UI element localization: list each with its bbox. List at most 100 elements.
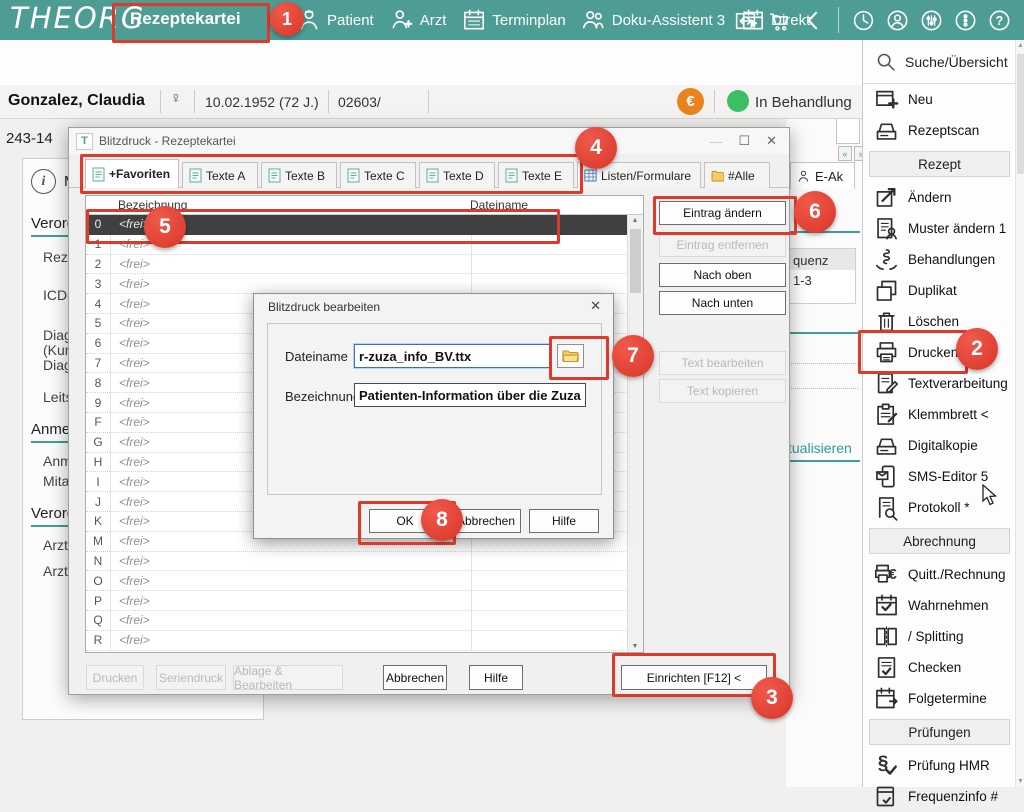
divider <box>788 363 858 364</box>
sidebar-item-5[interactable]: Behandlungen <box>863 244 1016 275</box>
status-dot-icon <box>727 90 749 112</box>
split-icon <box>873 623 900 650</box>
annotation-step-4: 4 <box>575 127 617 169</box>
divider <box>714 90 715 113</box>
table-row-O[interactable]: O<frei> <box>86 571 628 591</box>
tab-0[interactable]: +Favoriten <box>85 159 179 188</box>
scrollbar-thumb[interactable] <box>630 229 641 293</box>
page-icon <box>189 168 202 183</box>
page-icon <box>268 168 281 183</box>
sidebar-item-18[interactable]: Checken <box>863 652 1016 683</box>
window-plus-icon <box>873 86 900 113</box>
sidebar-section-20: Prüfungen <box>869 719 1010 745</box>
refresh-link[interactable]: tualisieren <box>788 440 852 456</box>
table-row-3[interactable]: 3<frei> <box>86 274 628 294</box>
sidebar-item-1[interactable]: Rezeptscan <box>863 115 1016 146</box>
printer-euro-icon: € <box>873 561 900 588</box>
printer-icon <box>873 339 900 366</box>
table-row-N[interactable]: N<frei> <box>86 552 628 572</box>
sidebar-item-9[interactable]: Textverarbeitung <box>863 368 1016 399</box>
bottom-button-4[interactable]: Hilfe <box>469 665 523 690</box>
sidebar-item-3[interactable]: Ändern <box>863 182 1016 213</box>
close-icon[interactable]: ✕ <box>590 298 601 314</box>
table-row-P[interactable]: P<frei> <box>86 591 628 611</box>
sidebar-scrollbar[interactable]: ▲ ▼ <box>1015 40 1024 787</box>
topbar-item-2[interactable]: Terminplan <box>461 7 565 33</box>
euro-badge-icon[interactable]: € <box>677 88 704 115</box>
sidebar-item-21[interactable]: §Prüfung HMR <box>863 750 1016 781</box>
side-button-0[interactable]: Eintrag ändern <box>659 201 786 225</box>
table-row-Q[interactable]: Q<frei> <box>86 611 628 631</box>
clock-icon[interactable] <box>851 8 876 33</box>
doku-assistent-icon <box>581 7 607 33</box>
arzt-icon <box>389 7 415 33</box>
side-button-3[interactable]: Nach unten <box>659 291 786 315</box>
topbar-item-3[interactable]: Doku-Assistent 3 <box>581 7 725 33</box>
tab-1[interactable]: Texte A <box>182 162 258 188</box>
sidebar-item-7[interactable]: Löschen <box>863 306 1016 337</box>
sidebar-item-4[interactable]: Muster ändern 1 <box>863 213 1016 244</box>
tab-2[interactable]: Texte B <box>261 162 337 188</box>
sidebar-item-17[interactable]: / Splitting <box>863 621 1016 652</box>
table-row-R[interactable]: R<frei> <box>86 631 628 651</box>
dialog-titlebar[interactable]: T Blitzdruck - Rezeptekartei — ☐ ✕ <box>69 128 789 154</box>
checklist-icon <box>873 654 900 681</box>
sidebar-item-19[interactable]: Folgetermine <box>863 683 1016 714</box>
scroll-down-icon[interactable]: ▼ <box>628 643 642 650</box>
column-dateiname[interactable]: Dateiname <box>470 198 528 212</box>
user-circle-icon[interactable] <box>885 8 910 33</box>
bezeichnung-input[interactable] <box>354 383 586 407</box>
sidebar-item-10[interactable]: Klemmbrett < <box>863 399 1016 430</box>
sidebar-item-suche[interactable]: Suche/Übersicht <box>863 40 1016 84</box>
annotation-step-3: 3 <box>751 677 793 719</box>
scroll-up-icon[interactable]: ▲ <box>628 217 642 224</box>
patient-name: Gonzalez, Claudia <box>8 92 145 110</box>
scroll-up-icon[interactable]: ▲ <box>1016 42 1024 49</box>
topbar-item-1[interactable]: Arzt <box>389 7 447 33</box>
calendar-swap-icon[interactable] <box>733 8 758 33</box>
minimize-icon[interactable]: — <box>709 134 722 149</box>
more-icon[interactable] <box>953 8 978 33</box>
tab-5[interactable]: Texte E <box>498 162 574 188</box>
table-row-2[interactable]: 2<frei> <box>86 255 628 275</box>
tab-7[interactable]: #Alle <box>704 162 770 188</box>
sidebar-item-15[interactable]: €Quitt./Rechnung <box>863 559 1016 590</box>
topbar-item-0[interactable]: Patient <box>296 7 374 33</box>
chevron-left-icon[interactable] <box>801 8 826 33</box>
bottom-button-3[interactable]: Abbrechen <box>383 665 447 690</box>
sidebar-item-16[interactable]: Wahrnehmen <box>863 590 1016 621</box>
sidebar-section-14: Abrechnung <box>869 528 1010 554</box>
sliders-icon[interactable] <box>919 8 944 33</box>
tab-e-akte[interactable]: E-Ak <box>790 162 855 189</box>
help-icon[interactable]: ? <box>987 8 1012 33</box>
cart-icon[interactable] <box>767 8 792 33</box>
record-tab[interactable]: 243-14 <box>6 130 53 147</box>
sidebar-item-11[interactable]: Digitalkopie <box>863 430 1016 461</box>
sidebar-section-2: Rezept <box>869 151 1010 177</box>
dateiname-input[interactable] <box>354 344 551 368</box>
sidebar-item-6[interactable]: Duplikat <box>863 275 1016 306</box>
calendar-next-icon <box>873 685 900 712</box>
maximize-icon[interactable]: ☐ <box>738 133 750 149</box>
table-scrollbar[interactable]: ▲ ▼ <box>627 215 643 652</box>
side-button-2[interactable]: Nach oben <box>659 263 786 287</box>
scroll-down-icon[interactable]: ▼ <box>1016 778 1024 785</box>
active-module-label[interactable]: Rezeptekartei <box>130 9 241 29</box>
close-icon[interactable]: ✕ <box>766 133 777 149</box>
chevron-left-icon[interactable]: « <box>838 146 852 161</box>
bottom-button-5[interactable]: Einrichten [F12] < <box>621 665 767 690</box>
dialog-tabs: +FavoritenTexte ATexte BTexte CTexte DTe… <box>85 159 770 188</box>
edit-dialog-button-2[interactable]: Hilfe <box>529 509 599 533</box>
theorg-logo: THEORG <box>10 1 145 35</box>
browse-folder-button[interactable] <box>557 344 584 368</box>
clipboard-icon <box>873 401 900 428</box>
svg-text:?: ? <box>996 14 1004 28</box>
scrollbar-thumb[interactable] <box>1017 54 1024 174</box>
tab-4[interactable]: Texte D <box>419 162 495 188</box>
page-icon <box>426 168 439 183</box>
sidebar-item-22[interactable]: Frequenzinfo # <box>863 781 1016 812</box>
tab-3[interactable]: Texte C <box>340 162 416 188</box>
sidebar-item-0[interactable]: Neu <box>863 84 1016 115</box>
dialog-title: Blitzdruck - Rezeptekartei <box>99 134 236 148</box>
edit-dialog-title: Blitzdruck bearbeiten <box>268 300 380 314</box>
